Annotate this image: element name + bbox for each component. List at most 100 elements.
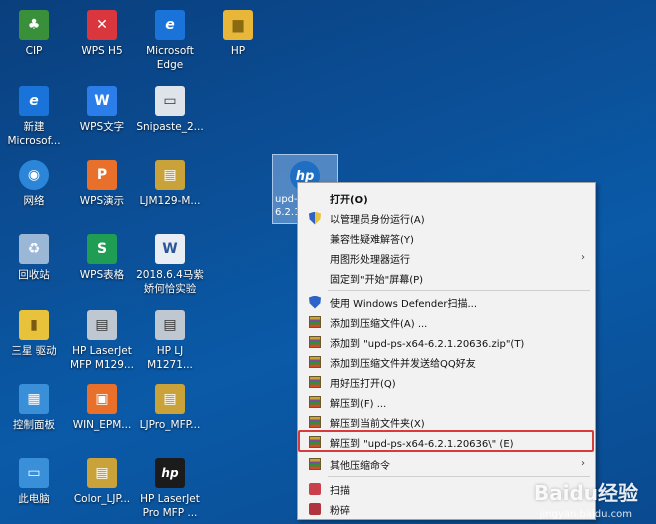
menu-item-extract-to[interactable]: 解压到(F) ... xyxy=(300,392,595,412)
menu-item-pin-to-start[interactable]: 固定到"开始"屏幕(P) xyxy=(300,268,595,288)
printer-icon: ▤ xyxy=(155,310,185,340)
menu-item-open[interactable]: 打开(O) xyxy=(300,188,595,208)
desktop: ♣ CIP e 新建 Microsof... ◉ 网络 ♻ 回收站 ▮ 三星 驱… xyxy=(0,0,656,524)
desktop-icon-snipaste[interactable]: ▭ Snipaste_2... xyxy=(132,80,208,152)
menu-item-label: 粉碎 xyxy=(330,505,350,517)
desktop-icon-hp-laserjet-pro[interactable]: hp HP LaserJet Pro MFP ... xyxy=(132,452,208,524)
desktop-icon-win-epm[interactable]: ▣ WIN_EPM... xyxy=(64,378,140,450)
installer-icon: ▤ xyxy=(155,384,185,414)
wps-writer-icon: W xyxy=(87,86,117,116)
desktop-icon-microsoft-edge[interactable]: e Microsoft Edge xyxy=(132,4,208,76)
desktop-icon-wps-writer[interactable]: W WPS文字 xyxy=(64,80,140,152)
icon-label: 2018.6.4马紫 娇何恰实验 xyxy=(136,269,204,295)
desktop-icon-control-panel[interactable]: ▦ 控制面板 xyxy=(0,378,72,450)
desktop-icon-ljpro-mfp[interactable]: ▤ LJPro_MFP... xyxy=(132,378,208,450)
desktop-icon-network[interactable]: ◉ 网络 xyxy=(0,154,72,226)
cip-icon: ♣ xyxy=(19,10,49,40)
icon-label: 三星 驱动 xyxy=(11,345,57,357)
menu-item-compat-troubleshoot[interactable]: 兼容性疑难解答(Y) xyxy=(300,228,595,248)
icon-label: 新建 Microsof... xyxy=(7,121,61,147)
archive-icon xyxy=(308,415,322,429)
desktop-icon-cip[interactable]: ♣ CIP xyxy=(0,4,72,76)
menu-item-label: 其他压缩命令 xyxy=(330,460,390,472)
icon-label: WPS表格 xyxy=(79,269,125,281)
recycle-bin-icon: ♻ xyxy=(19,234,49,264)
menu-item-other-compress[interactable]: 其他压缩命令 › xyxy=(300,454,595,474)
installer-icon: ▤ xyxy=(155,160,185,190)
menu-item-add-to-zip[interactable]: 添加到 "upd-ps-x64-6.2.1.20636.zip"(T) xyxy=(300,332,595,352)
menu-item-run-as-admin[interactable]: 以管理员身份运行(A) xyxy=(300,208,595,228)
icon-label: Color_LJP... xyxy=(73,493,131,505)
archive-icon xyxy=(308,395,322,409)
archive-icon xyxy=(308,375,322,389)
desktop-icon-samsung-driver[interactable]: ▮ 三星 驱动 xyxy=(0,304,72,376)
word-document-icon: W xyxy=(155,234,185,264)
menu-item-label: 以管理员身份运行(A) xyxy=(330,214,425,226)
shred-icon xyxy=(308,502,322,516)
icon-label: WPS H5 xyxy=(81,45,123,57)
menu-item-defender-scan[interactable]: 使用 Windows Defender扫描... xyxy=(300,292,595,312)
wps-spreadsheet-icon: S xyxy=(87,234,117,264)
wps-presentation-icon: P xyxy=(87,160,117,190)
installer-icon: ▤ xyxy=(87,458,117,488)
menu-item-label: 用图形处理器运行 xyxy=(330,254,410,266)
menu-item-run-with-gpu[interactable]: 用图形处理器运行 › xyxy=(300,248,595,268)
menu-item-label: 用好压打开(Q) xyxy=(330,378,396,390)
chevron-right-icon: › xyxy=(581,458,585,469)
wps-h5-icon: ✕ xyxy=(87,10,117,40)
desktop-icon-wps-h5[interactable]: ✕ WPS H5 xyxy=(64,4,140,76)
desktop-icon-hp-laserjet-m129[interactable]: ▤ HP LaserJet MFP M129... xyxy=(64,304,140,376)
menu-item-label: 兼容性疑难解答(Y) xyxy=(330,234,414,246)
baidu-watermark-url: jingyan.baidu.com xyxy=(539,509,632,520)
chevron-right-icon: › xyxy=(581,252,585,263)
icon-label: HP LJ M1271... xyxy=(147,345,193,371)
icon-label: 此电脑 xyxy=(18,493,50,505)
icon-label: HP LaserJet Pro MFP ... xyxy=(140,493,200,519)
menu-item-open-with-haozip[interactable]: 用好压打开(Q) xyxy=(300,372,595,392)
icon-label: 网络 xyxy=(23,195,45,207)
folder-icon: ▆ xyxy=(223,10,253,40)
desktop-icon-word-document[interactable]: W 2018.6.4马紫 娇何恰实验 xyxy=(132,228,208,300)
menu-item-label: 固定到"开始"屏幕(P) xyxy=(330,274,424,286)
menu-item-add-and-send-qq[interactable]: 添加到压缩文件并发送给QQ好友 xyxy=(300,352,595,372)
installer-icon: ▣ xyxy=(87,384,117,414)
scan-icon xyxy=(308,482,322,496)
uac-shield-icon xyxy=(308,211,322,225)
icon-label: WPS演示 xyxy=(79,195,125,207)
desktop-icon-hp-folder[interactable]: ▆ HP xyxy=(200,4,276,76)
blank-icon xyxy=(308,251,322,265)
icon-label: HP xyxy=(230,45,246,57)
menu-item-label: 解压到(F) ... xyxy=(330,398,387,410)
icon-label: LJM129-M... xyxy=(139,195,201,207)
baidu-watermark: Baidu经验 xyxy=(533,481,638,505)
image-file-icon: ▭ xyxy=(155,86,185,116)
defender-shield-icon xyxy=(308,295,322,309)
icon-label: LJPro_MFP... xyxy=(139,419,201,431)
icon-label: WPS文字 xyxy=(79,121,125,133)
desktop-icon-new-edge[interactable]: e 新建 Microsof... xyxy=(0,80,72,152)
desktop-icon-hp-lj-m1271[interactable]: ▤ HP LJ M1271... xyxy=(132,304,208,376)
menu-separator xyxy=(328,290,590,291)
desktop-icon-wps-spreadsheet[interactable]: S WPS表格 xyxy=(64,228,140,300)
icon-label: 控制面板 xyxy=(13,419,55,431)
blank-icon xyxy=(308,271,322,285)
menu-item-extract-here[interactable]: 解压到当前文件夹(X) xyxy=(300,412,595,432)
desktop-icon-recycle-bin[interactable]: ♻ 回收站 xyxy=(0,228,72,300)
icon-label: Microsoft Edge xyxy=(146,45,194,71)
desktop-icon-color-ljp[interactable]: ▤ Color_LJP... xyxy=(64,452,140,524)
hp-logo-icon: hp xyxy=(155,458,185,488)
desktop-icon-this-pc[interactable]: ▭ 此电脑 xyxy=(0,452,72,524)
folder-icon: ▮ xyxy=(19,310,49,340)
icon-label: WIN_EPM... xyxy=(72,419,132,431)
computer-icon: ▭ xyxy=(19,458,49,488)
desktop-icon-wps-presentation[interactable]: P WPS演示 xyxy=(64,154,140,226)
menu-item-label: 扫描 xyxy=(330,485,350,497)
menu-item-add-to-archive[interactable]: 添加到压缩文件(A) ... xyxy=(300,312,595,332)
archive-icon xyxy=(308,457,322,471)
desktop-icon-ljm129[interactable]: ▤ LJM129-M... xyxy=(132,154,208,226)
icon-label: Snipaste_2... xyxy=(136,121,204,133)
archive-icon xyxy=(308,335,322,349)
menu-item-label: 添加到 "upd-ps-x64-6.2.1.20636.zip"(T) xyxy=(330,338,525,350)
icon-label: 回收站 xyxy=(18,269,50,281)
control-panel-icon: ▦ xyxy=(19,384,49,414)
